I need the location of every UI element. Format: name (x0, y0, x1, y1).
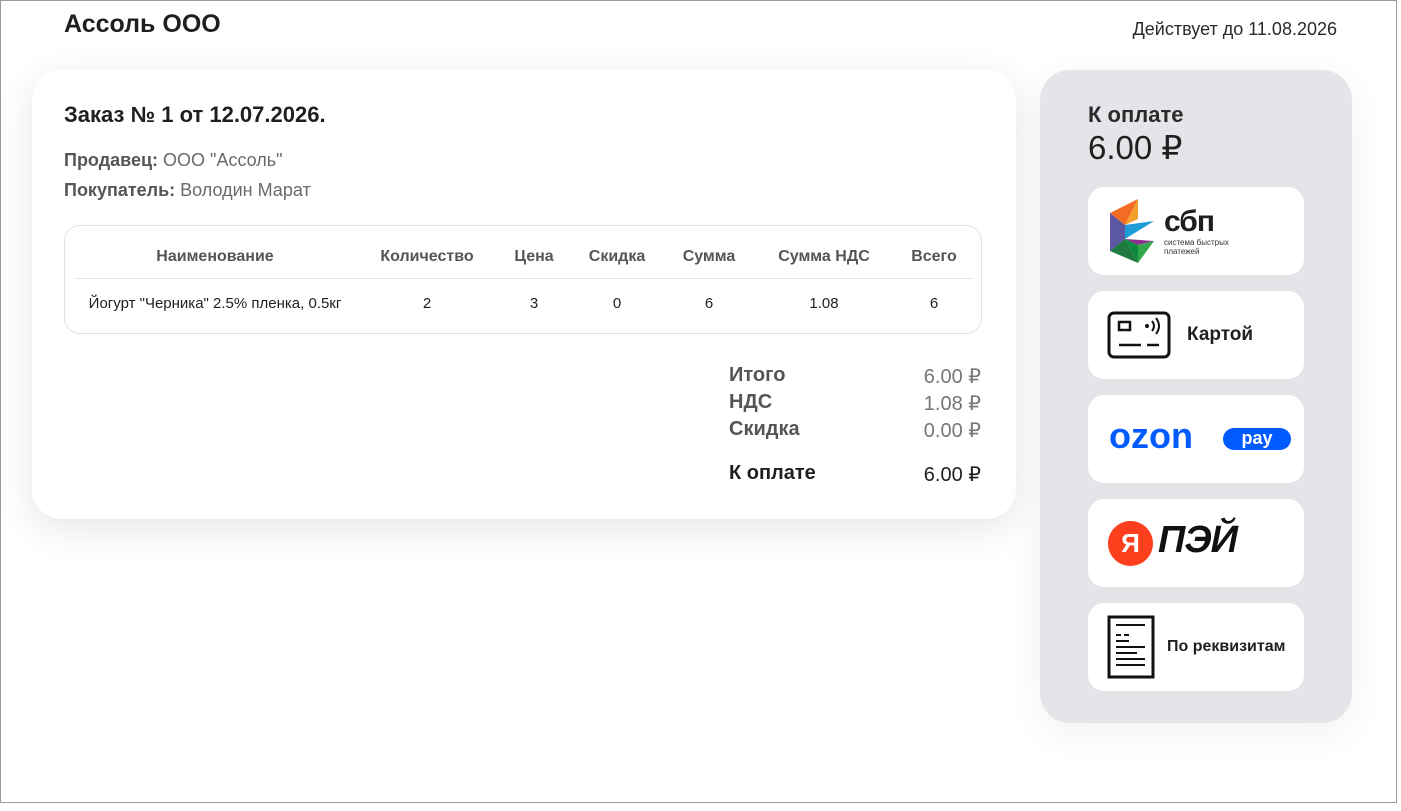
ozon-logo-text: ozon (1109, 415, 1193, 456)
seller-label: Продавец: (64, 150, 159, 170)
col-total: Всего (894, 236, 974, 279)
document-icon (1107, 615, 1155, 679)
amount-due-label: К оплате (729, 462, 816, 484)
cell-name: Йогурт "Черника" 2.5% пленка, 0.5кг (88, 295, 342, 312)
payment-amount: 6.00 ₽ (1088, 129, 1183, 166)
order-title: Заказ № 1 от 12.07.2026. (64, 102, 326, 127)
col-vat-sum: Сумма НДС (754, 236, 894, 279)
valid-until: Действует до 11.08.2026 (1132, 19, 1337, 39)
credit-card-icon (1107, 311, 1171, 359)
vat-value: 1.08 ₽ (923, 393, 981, 415)
col-price: Цена (498, 236, 570, 279)
company-name: Ассоль ООО (64, 10, 221, 38)
yandex-pay-text: ПЭЙ (1158, 519, 1238, 561)
seller-value: ООО "Ассоль" (163, 150, 283, 170)
pay-yandex-button[interactable]: Я ПЭЙ (1088, 499, 1304, 587)
order-items-table: Наименование Количество Цена Скидка Сумм… (64, 225, 982, 334)
subtotal-label: Итого (729, 364, 786, 386)
discount-row: Скидка 0.00 ₽ (729, 418, 981, 445)
vat-row: НДС 1.08 ₽ (729, 391, 981, 418)
cell-discount: 0 (612, 295, 622, 312)
cell-quantity: 2 (422, 295, 432, 312)
order-card: Заказ № 1 от 12.07.2026. Продавец: ООО "… (32, 70, 1016, 519)
col-sum: Сумма (664, 236, 754, 279)
subtotal-value: 6.00 ₽ (923, 366, 981, 388)
sbp-tagline-2: платежей (1164, 247, 1200, 256)
subtotal-row: Итого 6.00 ₽ (729, 364, 981, 391)
ozon-pay-badge: pay (1223, 428, 1291, 450)
table-row: Йогурт "Черника" 2.5% пленка, 0.5кг 2 3 … (74, 279, 974, 330)
discount-label: Скидка (729, 418, 800, 440)
amount-due-value: 6.00 ₽ (923, 464, 981, 486)
col-name: Наименование (74, 236, 356, 279)
cell-sum: 6 (704, 295, 714, 312)
amount-due-row: К оплате 6.00 ₽ (729, 462, 981, 489)
totals-block: Итого 6.00 ₽ НДС 1.08 ₽ Скидка 0.00 ₽ К … (729, 364, 981, 489)
sbp-logo-icon (1110, 199, 1154, 263)
card-label: Картой (1187, 324, 1254, 345)
vat-label: НДС (729, 391, 773, 413)
col-discount: Скидка (570, 236, 664, 279)
col-quantity: Количество (356, 236, 498, 279)
sbp-logo-text: сбп (1164, 205, 1215, 238)
seller-line: Продавец: ООО "Ассоль" (64, 150, 283, 171)
cell-price: 3 (529, 295, 539, 312)
cell-total: 6 (929, 295, 939, 312)
sbp-tagline-1: система быстрых (1164, 238, 1229, 247)
buyer-line: Покупатель: Володин Марат (64, 180, 311, 201)
payment-panel: К оплате 6.00 ₽ сбп система быстрых плат… (1040, 70, 1352, 723)
cell-vat-sum: 1.08 (809, 295, 839, 312)
pay-sbp-button[interactable]: сбп система быстрых платежей (1088, 187, 1304, 275)
requisites-label: По реквизитам (1167, 638, 1286, 655)
buyer-label: Покупатель: (64, 180, 176, 200)
yandex-logo-icon: Я (1108, 521, 1153, 566)
pay-card-button[interactable]: Картой (1088, 291, 1304, 379)
pay-ozon-button[interactable]: ozon pay (1088, 395, 1304, 483)
payment-label: К оплате (1088, 102, 1184, 127)
buyer-value: Володин Марат (180, 180, 311, 200)
table-header-row: Наименование Количество Цена Скидка Сумм… (74, 236, 974, 279)
pay-requisites-button[interactable]: По реквизитам (1088, 603, 1304, 691)
discount-value: 0.00 ₽ (923, 420, 981, 442)
